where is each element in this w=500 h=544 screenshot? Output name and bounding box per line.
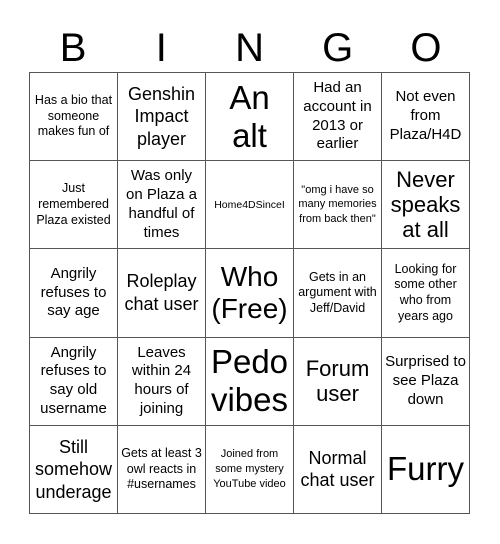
bingo-cell-r4-c0[interactable]: Still somehow underage <box>30 425 118 514</box>
cell-text: Just remembered Plaza existed <box>36 181 111 227</box>
cell-text: Home4DSinceI <box>214 198 285 211</box>
cell-text: "omg i have so many memories from back t… <box>298 183 377 226</box>
cell-text: Roleplay chat user <box>124 271 199 314</box>
bingo-cell-r4-c2[interactable]: Joined from some mystery YouTube video <box>206 425 294 514</box>
cell-text: An alt <box>229 78 270 154</box>
bingo-cell-r2-c2[interactable]: Who (Free) <box>206 249 294 338</box>
header-letter-n: N <box>235 26 264 70</box>
header-letter-o: O <box>410 26 442 70</box>
bingo-cell-r3-c1[interactable]: Leaves within 24 hours of joining <box>118 337 206 426</box>
bingo-cell-r4-c3[interactable]: Normal chat user <box>294 425 382 514</box>
cell-text: Joined from some mystery YouTube video <box>213 448 286 490</box>
cell-text: Forum user <box>305 355 370 407</box>
header-letter-g: G <box>322 26 354 70</box>
bingo-cell-r2-c0[interactable]: Angrily refuses to say age <box>30 249 118 338</box>
cell-text: Not even from Plaza/H4D <box>389 88 462 143</box>
header-letter-i: I <box>155 26 167 70</box>
bingo-cell-r1-c3[interactable]: "omg i have so many memories from back t… <box>294 161 382 250</box>
bingo-cell-r0-c1[interactable]: Genshin Impact player <box>118 73 206 162</box>
bingo-cell-r1-c0[interactable]: Just remembered Plaza existed <box>30 161 118 250</box>
bingo-cell-r0-c0[interactable]: Has a bio that someone makes fun of <box>30 73 118 162</box>
bingo-cell-r1-c1[interactable]: Was only on Plaza a handful of times <box>118 161 206 250</box>
cell-text: Genshin Impact player <box>127 83 196 149</box>
bingo-cell-r0-c3[interactable]: Had an account in 2013 or earlier <box>294 73 382 162</box>
bingo-cell-r3-c4[interactable]: Surprised to see Plaza down <box>382 337 470 426</box>
cell-text: Never speaks at all <box>390 166 461 243</box>
cell-text: Still somehow underage <box>34 436 113 502</box>
bingo-card-grid: Has a bio that someone makes fun of Gens… <box>29 72 470 514</box>
cell-text: Normal chat user <box>300 447 375 491</box>
bingo-cell-free-center[interactable]: Home4DSinceI <box>206 161 294 250</box>
bingo-cell-r3-c0[interactable]: Angrily refuses to say old username <box>30 337 118 426</box>
bingo-cell-r2-c4[interactable]: Looking for some other who from years ag… <box>382 249 470 338</box>
cell-text: Has a bio that someone makes fun of <box>34 93 113 139</box>
header-letter-b: B <box>59 26 87 70</box>
cell-text: Leaves within 24 hours of joining <box>131 343 192 417</box>
bingo-cell-r4-c4[interactable]: Furry <box>382 425 470 514</box>
cell-text: Looking for some other who from years ag… <box>394 261 457 323</box>
cell-text: Who (Free) <box>211 260 288 324</box>
cell-text: Gets at least 3 owl reacts in #usernames <box>121 445 202 492</box>
cell-text: Pedo vibes <box>210 343 289 419</box>
bingo-cell-r2-c3[interactable]: Gets in an argument with Jeff/David <box>294 249 382 338</box>
cell-text: Gets in an argument with Jeff/David <box>298 269 377 315</box>
bingo-cell-r0-c2[interactable]: An alt <box>206 73 294 162</box>
cell-text: Angrily refuses to say old username <box>40 343 107 417</box>
bingo-cell-r2-c1[interactable]: Roleplay chat user <box>118 249 206 338</box>
bingo-cell-r4-c1[interactable]: Gets at least 3 owl reacts in #usernames <box>118 425 206 514</box>
cell-text: Surprised to see Plaza down <box>385 353 466 408</box>
bingo-cell-r1-c4[interactable]: Never speaks at all <box>382 161 470 250</box>
bingo-cell-r3-c3[interactable]: Forum user <box>294 337 382 426</box>
cell-text: Angrily refuses to say age <box>40 264 107 320</box>
cell-text: Furry <box>387 450 464 488</box>
cell-text: Was only on Plaza a handful of times <box>126 167 197 241</box>
bingo-header: B I N G O <box>29 24 470 72</box>
cell-text: Had an account in 2013 or earlier <box>303 79 372 153</box>
bingo-cell-r0-c4[interactable]: Not even from Plaza/H4D <box>382 73 470 162</box>
bingo-cell-r3-c2[interactable]: Pedo vibes <box>206 337 294 426</box>
